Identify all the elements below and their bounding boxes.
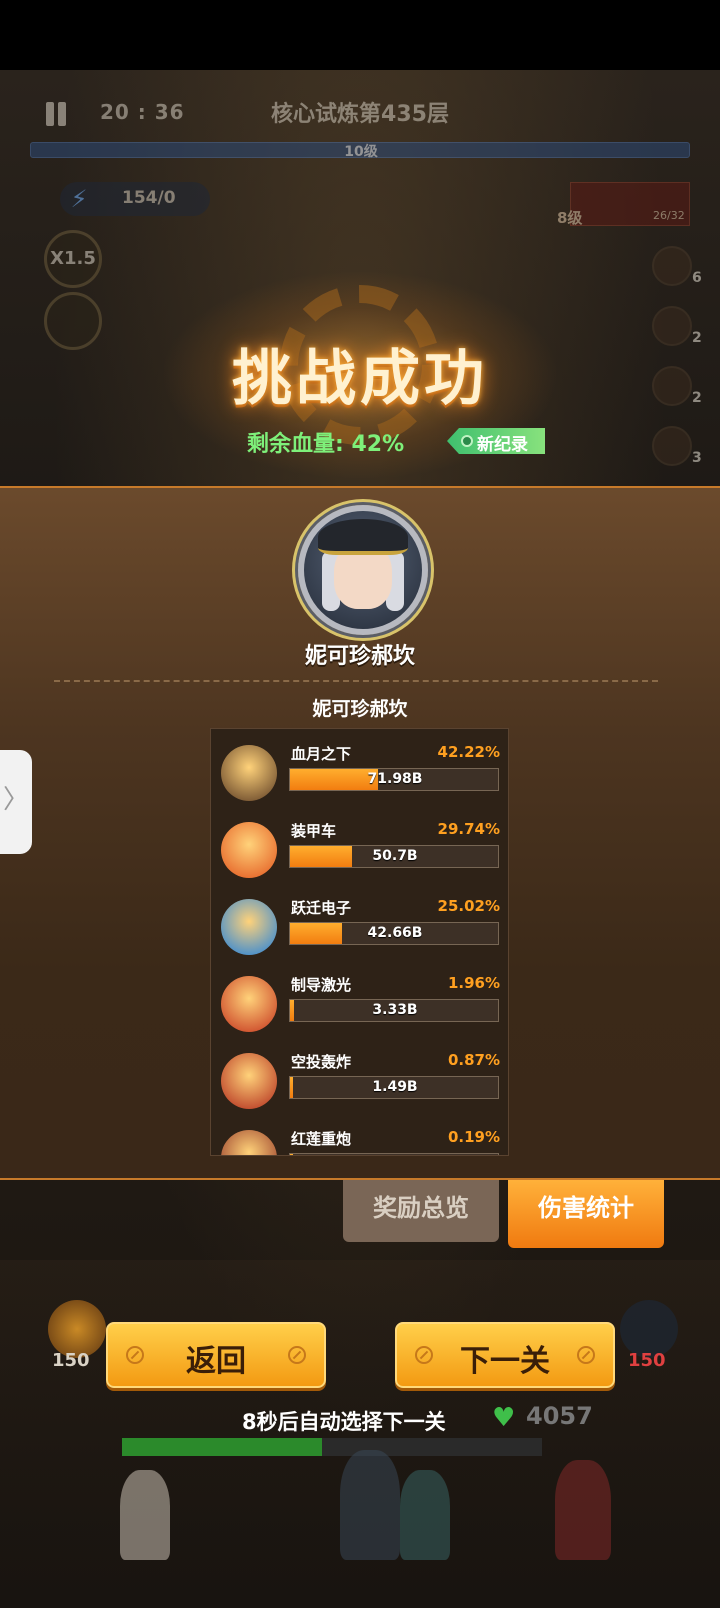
energy-counter: ⚡ 154/0 [60, 182, 210, 216]
laser-icon [221, 976, 277, 1032]
damage-row: 制导激光 1.96% 3.33B [211, 966, 508, 1036]
speed-button[interactable]: X1.5 [44, 230, 102, 288]
ally-character [555, 1460, 611, 1560]
damage-bar: 42.66B [289, 922, 499, 945]
damage-value: 42.66B [367, 925, 423, 941]
hero-hat [318, 519, 408, 555]
heart-value: 4057 [526, 1402, 593, 1430]
new-record-badge: 新纪录 [447, 428, 545, 454]
record-icon [461, 435, 473, 447]
damage-row: 血月之下 42.22% 71.98B [211, 735, 508, 805]
damage-value: 3.33B [372, 1002, 418, 1018]
damage-percent: 0.19% [447, 1128, 500, 1146]
next-stage-button[interactable]: 下一关 [395, 1322, 615, 1388]
energy-value: 154/0 [122, 188, 176, 208]
heart-icon: ♥ [492, 1403, 516, 1433]
status-bar [0, 0, 720, 70]
success-title: 挑战成功 [232, 344, 488, 414]
tab-damage[interactable]: 伤害统计 [508, 1180, 664, 1248]
ally-character [400, 1470, 450, 1560]
damage-bar: 3.33B [289, 999, 499, 1022]
skill-name: 装甲车 [291, 822, 337, 840]
divider [54, 680, 658, 682]
damage-row: 空投轰炸 0.87% 1.49B [211, 1043, 508, 1113]
auto-next-countdown: 8秒后自动选择下一关 [242, 1410, 446, 1434]
damage-percent: 25.02% [437, 897, 500, 915]
level-progress-bar: 10级 [30, 142, 690, 160]
damage-section-title: 妮可珍郝坎 [312, 698, 408, 720]
side-skill-count: 6 [692, 270, 702, 286]
chevron-right-icon: 〉 [2, 785, 29, 815]
weapon-level: 8级 [557, 209, 583, 227]
skill-name: 红莲重炮 [291, 1130, 352, 1148]
damage-bar [289, 1153, 499, 1155]
damage-row: 跃迁电子 25.02% 42.66B [211, 889, 508, 959]
player-character [340, 1450, 400, 1560]
skill-name: 制导激光 [291, 976, 352, 994]
button-deco-icon [577, 1346, 595, 1364]
base-hp-fill [122, 1438, 322, 1456]
power-left-value: 150 [52, 1350, 90, 1371]
side-skill-cannon-icon[interactable]: 3 [652, 426, 702, 466]
back-button[interactable]: 返回 [106, 1322, 326, 1388]
damage-percent: 0.87% [447, 1051, 500, 1069]
damage-row: 装甲车 29.74% 50.7B [211, 812, 508, 882]
damage-percent: 42.22% [437, 743, 500, 761]
new-record-label: 新纪录 [477, 435, 528, 455]
ally-character [120, 1470, 170, 1560]
damage-row: 红莲重炮 0.19% [211, 1120, 508, 1155]
hero-name: 妮可珍郝坎 [304, 644, 415, 669]
damage-value: 50.7B [372, 848, 418, 864]
damage-percent: 29.74% [437, 820, 500, 838]
skill-name: 血月之下 [291, 745, 352, 763]
remaining-hp: 剩余血量: 42% [247, 432, 405, 457]
armored-car-icon [221, 822, 277, 878]
tab-rewards[interactable]: 奖励总览 [343, 1180, 499, 1242]
side-skill-armored-car-icon[interactable]: 6 [652, 246, 702, 286]
damage-bar: 1.49B [289, 1076, 499, 1099]
hero-avatar [298, 505, 428, 635]
damage-bar-fill [290, 1154, 293, 1155]
power-right-value: 150 [628, 1350, 666, 1371]
rifle-icon [221, 745, 277, 801]
damage-value: 1.49B [372, 1079, 418, 1095]
damage-value: 71.98B [367, 771, 423, 787]
damage-list[interactable]: 血月之下 42.22% 71.98B 装甲车 29.74% 50.7B 跃迁电子 25.02%… [210, 728, 509, 1156]
damage-percent: 1.96% [447, 974, 500, 992]
base-hp-bar [122, 1438, 542, 1456]
side-skill-count: 3 [692, 450, 702, 466]
side-drawer-handle[interactable]: 〉 [0, 750, 32, 854]
airstrike-icon [221, 1053, 277, 1109]
electron-icon [221, 899, 277, 955]
cannon-icon [221, 1130, 277, 1155]
button-deco-icon [288, 1346, 306, 1364]
damage-bar: 50.7B [289, 845, 499, 868]
skill-name: 跃迁电子 [291, 899, 352, 917]
game-screen: 20 : 36 核心试炼第435层 10级 ⚡ 154/0 X1.5 8级 26… [0, 0, 720, 1608]
level-label: 10级 [344, 144, 378, 160]
lightning-icon: ⚡ [70, 185, 88, 213]
stage-title: 核心试炼第435层 [271, 102, 449, 127]
weapon-badge: 8级 26/32 [557, 182, 690, 227]
damage-bar: 71.98B [289, 768, 499, 791]
skill-name: 空投轰炸 [291, 1053, 352, 1071]
weapon-count: 26/32 [653, 209, 685, 222]
